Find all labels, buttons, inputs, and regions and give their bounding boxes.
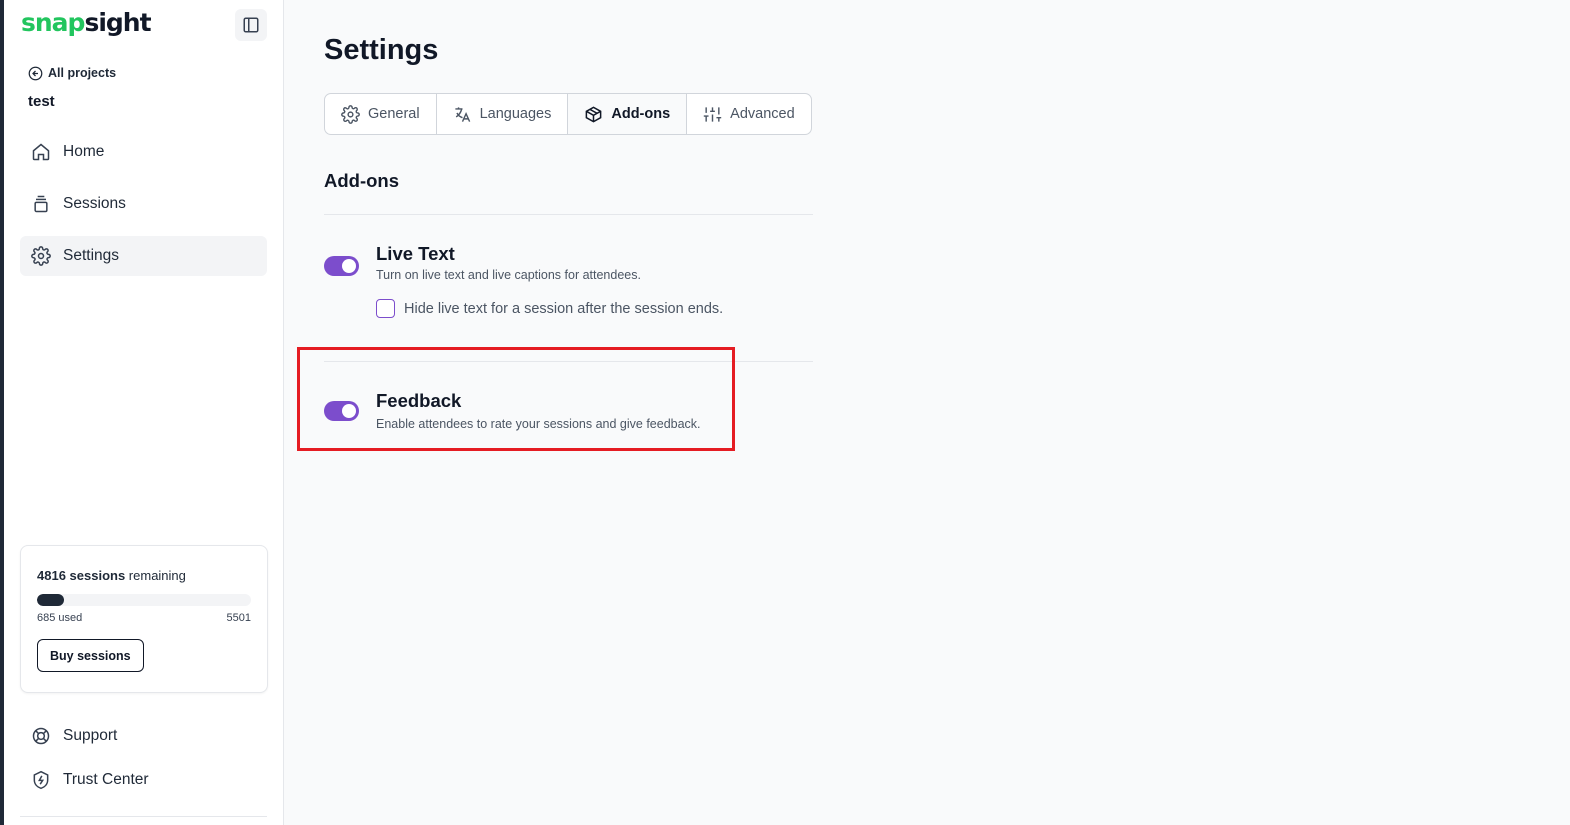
tab-add-ons[interactable]: Add-ons [568,94,688,134]
sidebar-item-label: Settings [63,247,120,264]
sessions-used: 685 used [37,612,83,624]
all-projects-label: All projects [48,66,117,80]
sidebar-item-label: Home [63,143,105,160]
sidebar-toggle-button[interactable] [235,9,267,41]
sidebar-divider [20,816,267,817]
section-divider [324,214,813,215]
sessions-total: 5501 [226,612,251,624]
settings-tabs: General Languages Add-ons Advanced [324,93,812,135]
sessions-remaining: 4816 sessions remaining [37,568,186,583]
sliders-icon [703,106,722,122]
tab-label: Advanced [730,106,795,122]
sidebar-item-label: Support [63,727,118,744]
tab-languages[interactable]: Languages [437,94,569,134]
gear-icon [341,104,360,124]
live-text-toggle[interactable] [324,256,359,276]
sidebar: snapsight All projects test Home Session… [4,0,284,825]
package-icon [585,106,602,122]
tab-label: Add-ons [611,106,671,122]
tab-label: Languages [479,106,552,122]
highlight-annotation [297,347,735,451]
sessions-progress-bar [37,594,251,606]
lifebuoy-icon [32,727,50,745]
gear-icon [31,246,51,266]
live-text-description: Turn on live text and live captions for … [376,268,641,282]
arrow-left-circle-icon [28,66,43,80]
live-text-title: Live Text [376,243,455,264]
toggle-knob [342,259,356,273]
hide-live-text-option[interactable]: Hide live text for a session after the s… [376,299,723,318]
sessions-remaining-count: 4816 sessions [37,568,126,583]
home-icon [32,143,50,161]
logo-sight: sight [84,8,151,37]
page-title: Settings [324,34,439,66]
sidebar-item-trust-center[interactable]: Trust Center [20,760,267,800]
project-name: test [28,93,55,110]
buy-sessions-button[interactable]: Buy sessions [37,639,144,672]
sessions-icon [34,195,48,213]
sidebar-item-sessions[interactable]: Sessions [20,184,267,224]
logo-snap: snap [21,8,85,37]
sessions-remaining-suffix: remaining [125,568,186,583]
usage-card: 4816 sessions remaining 685 used 5501 Bu… [20,545,268,693]
sidebar-item-label: Trust Center [63,771,149,788]
sidebar-item-settings[interactable]: Settings [20,236,267,276]
sessions-progress-fill [37,594,64,606]
main-content: Settings General Languages Add-ons Advan… [285,0,1570,825]
shield-icon [33,770,49,790]
sidebar-item-label: Sessions [63,195,126,212]
section-title: Add-ons [324,170,400,191]
all-projects-link[interactable]: All projects [28,64,116,82]
hide-live-text-label: Hide live text for a session after the s… [404,300,724,317]
snapsight-logo[interactable]: snapsight [21,8,152,38]
sidebar-item-home[interactable]: Home [20,132,267,172]
translate-icon [454,106,470,122]
tab-label: General [368,106,420,122]
tab-advanced[interactable]: Advanced [687,94,811,134]
sidebar-panel-icon [243,17,259,33]
tab-general[interactable]: General [325,94,437,134]
sidebar-item-support[interactable]: Support [20,716,267,756]
hide-live-text-checkbox[interactable] [376,299,395,318]
